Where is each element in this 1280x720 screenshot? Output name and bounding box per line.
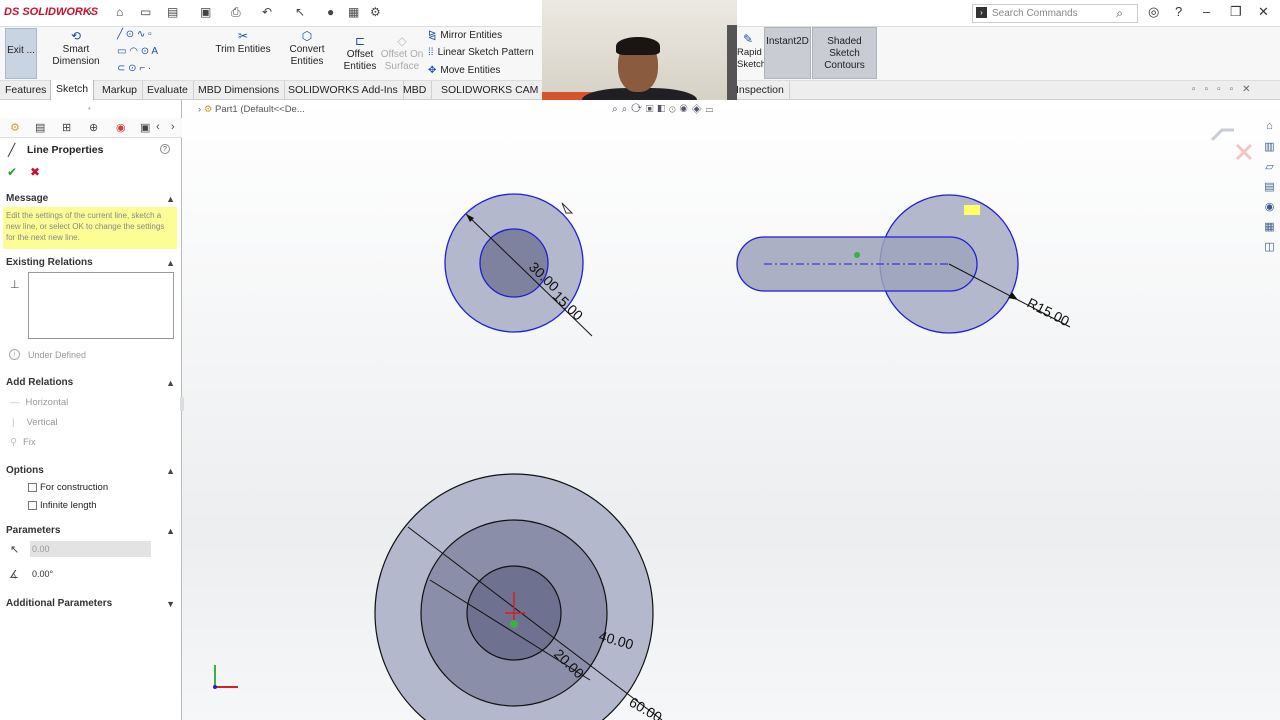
add-relations-label: Add Relations — [6, 377, 74, 388]
property-manager-panel: • ⚙ ▤ ⊞ ⊕ ◉ ▣ ‹ › ╱ Line Properties ? ✔ … — [0, 100, 184, 720]
relation-type-icon: ⊥ — [10, 279, 20, 291]
existing-relations-list[interactable] — [28, 272, 174, 339]
parameters-label: Parameters — [6, 525, 61, 536]
dimension-radius-15[interactable]: R15.00 — [1025, 294, 1073, 329]
manager-tabs: ⚙ ▤ ⊞ ⊕ ◉ ▣ ‹ › — [0, 118, 182, 138]
relation-fix[interactable]: ⚲ Fix — [10, 437, 36, 448]
fix-label: Fix — [22, 437, 36, 448]
options-header[interactable]: Options ▲ — [0, 462, 182, 480]
fix-pin-icon: ⚲ — [10, 437, 17, 448]
coincident-relation-icon[interactable] — [964, 205, 980, 215]
mouse-cursor — [561, 202, 574, 214]
parameters-header[interactable]: Parameters ▲ — [0, 522, 182, 540]
message-section-header[interactable]: Message ▲ — [0, 190, 182, 208]
infinite-length-label: Infinite length — [40, 500, 97, 511]
infinite-length-checkbox[interactable] — [28, 500, 37, 510]
tabs-left-arrow-icon[interactable]: ‹ — [156, 121, 160, 133]
message-header-label: Message — [6, 193, 49, 204]
collapse-chevron-icon: ▲ — [166, 526, 175, 536]
expand-chevron-icon: ▼ — [166, 599, 175, 609]
line-icon: ╱ — [8, 143, 16, 157]
collapse-chevron-icon: ▲ — [166, 466, 175, 476]
property-manager-icon[interactable]: ▤ — [35, 121, 45, 134]
angle-icon: ∡ — [9, 569, 19, 581]
tabs-right-arrow-icon[interactable]: › — [171, 121, 175, 133]
dimension-diameter-60[interactable]: 60.00 — [627, 694, 666, 720]
collapse-chevron-icon: ▲ — [166, 378, 175, 388]
additional-parameters-header[interactable]: Additional Parameters ▼ — [0, 595, 182, 613]
ok-checkmark-icon[interactable]: ✔ — [7, 165, 17, 179]
panel-resize-dot[interactable]: • — [88, 104, 91, 113]
cam-manager-icon[interactable]: ▣ — [140, 121, 150, 134]
confirmation-corner[interactable] — [1210, 128, 1253, 161]
cancel-x-icon[interactable]: ✖ — [30, 165, 40, 179]
sketch-concentric-circles-bottom[interactable]: 40.00 20.00 60.00 — [374, 473, 666, 720]
additional-parameters-label: Additional Parameters — [6, 598, 113, 609]
angle-input[interactable]: 0.00° — [30, 566, 151, 582]
sketch-canvas: 30.00 15.00 R15.00 40.00 20.00 60.00 — [213, 128, 1253, 720]
configuration-manager-icon[interactable]: ⊞ — [62, 121, 71, 134]
info-icon: i — [9, 349, 20, 360]
reference-triad — [213, 665, 238, 689]
sketch-concentric-circles-top[interactable]: 30.00 15.00 — [444, 193, 593, 337]
help-icon[interactable]: ? — [160, 144, 170, 154]
midpoint-marker — [854, 252, 860, 258]
length-input[interactable]: 0.00 — [30, 541, 151, 557]
sketch-slot-and-circle[interactable]: R15.00 — [736, 194, 1073, 334]
existing-relations-header[interactable]: Existing Relations ▲ — [0, 254, 182, 272]
collapse-chevron-icon: ▲ — [166, 258, 175, 268]
options-label: Options — [6, 465, 44, 476]
panel-title: Line Properties — [27, 144, 104, 156]
vertical-label: Vertical — [26, 417, 58, 428]
dimxpert-icon[interactable]: ⊕ — [89, 121, 98, 134]
collapse-chevron-icon: ▲ — [166, 194, 175, 204]
vertical-icon: | — [12, 417, 15, 428]
panel-splitter[interactable] — [180, 397, 184, 411]
infinite-length-option[interactable]: Infinite length — [28, 500, 97, 511]
for-construction-checkbox[interactable] — [28, 482, 37, 492]
add-relations-header[interactable]: Add Relations ▲ — [0, 374, 182, 392]
message-box: Edit the settings of the current line, s… — [3, 207, 177, 249]
definition-status: Under Defined — [28, 350, 87, 360]
relation-vertical[interactable]: | Vertical — [12, 417, 58, 428]
feature-manager-icon[interactable]: ⚙ — [10, 121, 20, 134]
horizontal-label: Horizontal — [25, 397, 69, 408]
for-construction-option[interactable]: For construction — [28, 482, 108, 493]
horizontal-icon: — — [10, 397, 20, 408]
length-icon: ↖ — [10, 544, 20, 556]
for-construction-label: For construction — [40, 482, 109, 493]
origin-marker — [510, 620, 518, 628]
relation-horizontal[interactable]: — Horizontal — [10, 397, 68, 408]
display-manager-icon[interactable]: ◉ — [116, 121, 126, 134]
existing-relations-label: Existing Relations — [6, 257, 93, 268]
